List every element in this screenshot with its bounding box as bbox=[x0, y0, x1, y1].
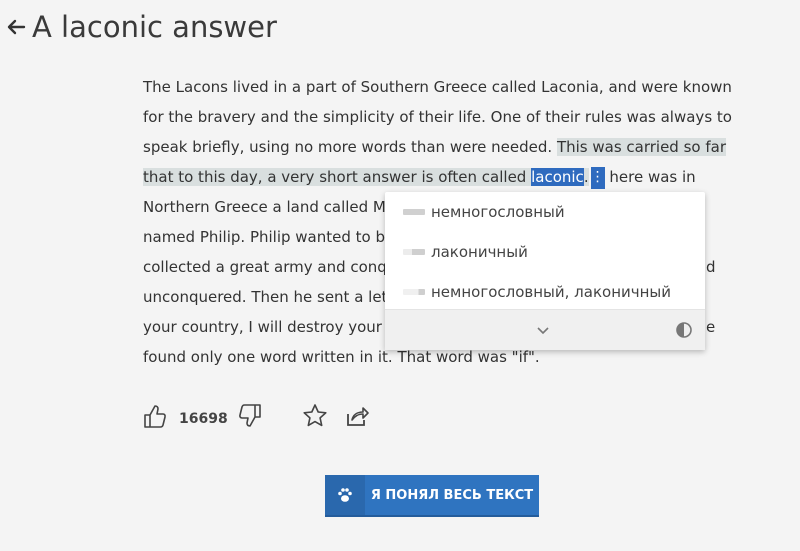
contrast-icon[interactable] bbox=[675, 321, 693, 343]
text-segment: e bbox=[706, 318, 716, 336]
translation-text: лаконичный bbox=[431, 243, 528, 261]
thumbs-down-icon[interactable] bbox=[238, 403, 262, 434]
translation-text: немногословный bbox=[431, 203, 565, 221]
paw-icon bbox=[325, 475, 365, 515]
thumbs-up-icon[interactable] bbox=[143, 403, 167, 434]
understood-text-button[interactable]: Я ПОНЯЛ ВЕСЬ ТЕКСТ bbox=[325, 475, 539, 517]
like-count: 16698 bbox=[179, 410, 228, 427]
text-line: The Lacons lived in a part of Southern G… bbox=[143, 78, 732, 96]
more-vertical-icon[interactable]: ⋮ bbox=[590, 166, 605, 189]
text-line: speak briefly, using no more words than … bbox=[143, 132, 726, 162]
popup-footer bbox=[385, 309, 705, 350]
article-actions: 16698 bbox=[143, 403, 370, 434]
page-title: A laconic answer bbox=[32, 10, 277, 44]
share-icon[interactable] bbox=[344, 404, 370, 433]
translation-option[interactable]: лаконичный bbox=[403, 232, 528, 272]
text-segment: d bbox=[706, 258, 716, 276]
translation-text: немногословный, лаконичный bbox=[431, 283, 672, 301]
highlighted-sentence: This was carried so far bbox=[556, 138, 726, 156]
button-label: Я ПОНЯЛ ВЕСЬ ТЕКСТ bbox=[370, 487, 534, 503]
highlighted-sentence: that to this day, a very short answer is… bbox=[143, 168, 532, 186]
text-segment: speak briefly, using no more words than … bbox=[143, 138, 557, 156]
translation-option[interactable]: немногословный bbox=[403, 192, 565, 232]
translation-popup: немногословный лаконичный немногословный… bbox=[385, 192, 705, 350]
star-icon[interactable] bbox=[302, 403, 328, 434]
text-segment: here was in bbox=[609, 168, 696, 186]
frequency-bar bbox=[403, 289, 425, 295]
chevron-down-icon[interactable] bbox=[535, 322, 551, 342]
highlighted-sentence: . bbox=[583, 168, 589, 186]
text-segment: collected a great army and conqu bbox=[143, 258, 397, 276]
selected-word[interactable]: laconic bbox=[531, 168, 584, 186]
frequency-bar bbox=[403, 249, 425, 255]
arrow-left-icon[interactable] bbox=[4, 15, 28, 39]
frequency-bar bbox=[403, 209, 425, 215]
text-line: for the bravery and the simplicity of th… bbox=[143, 108, 732, 126]
translation-option[interactable]: немногословный, лаконичный bbox=[403, 272, 671, 312]
text-segment: your country, I will destroy your g bbox=[143, 318, 397, 336]
page-header: A laconic answer bbox=[4, 10, 277, 44]
text-line: that to this day, a very short answer is… bbox=[143, 162, 723, 192]
